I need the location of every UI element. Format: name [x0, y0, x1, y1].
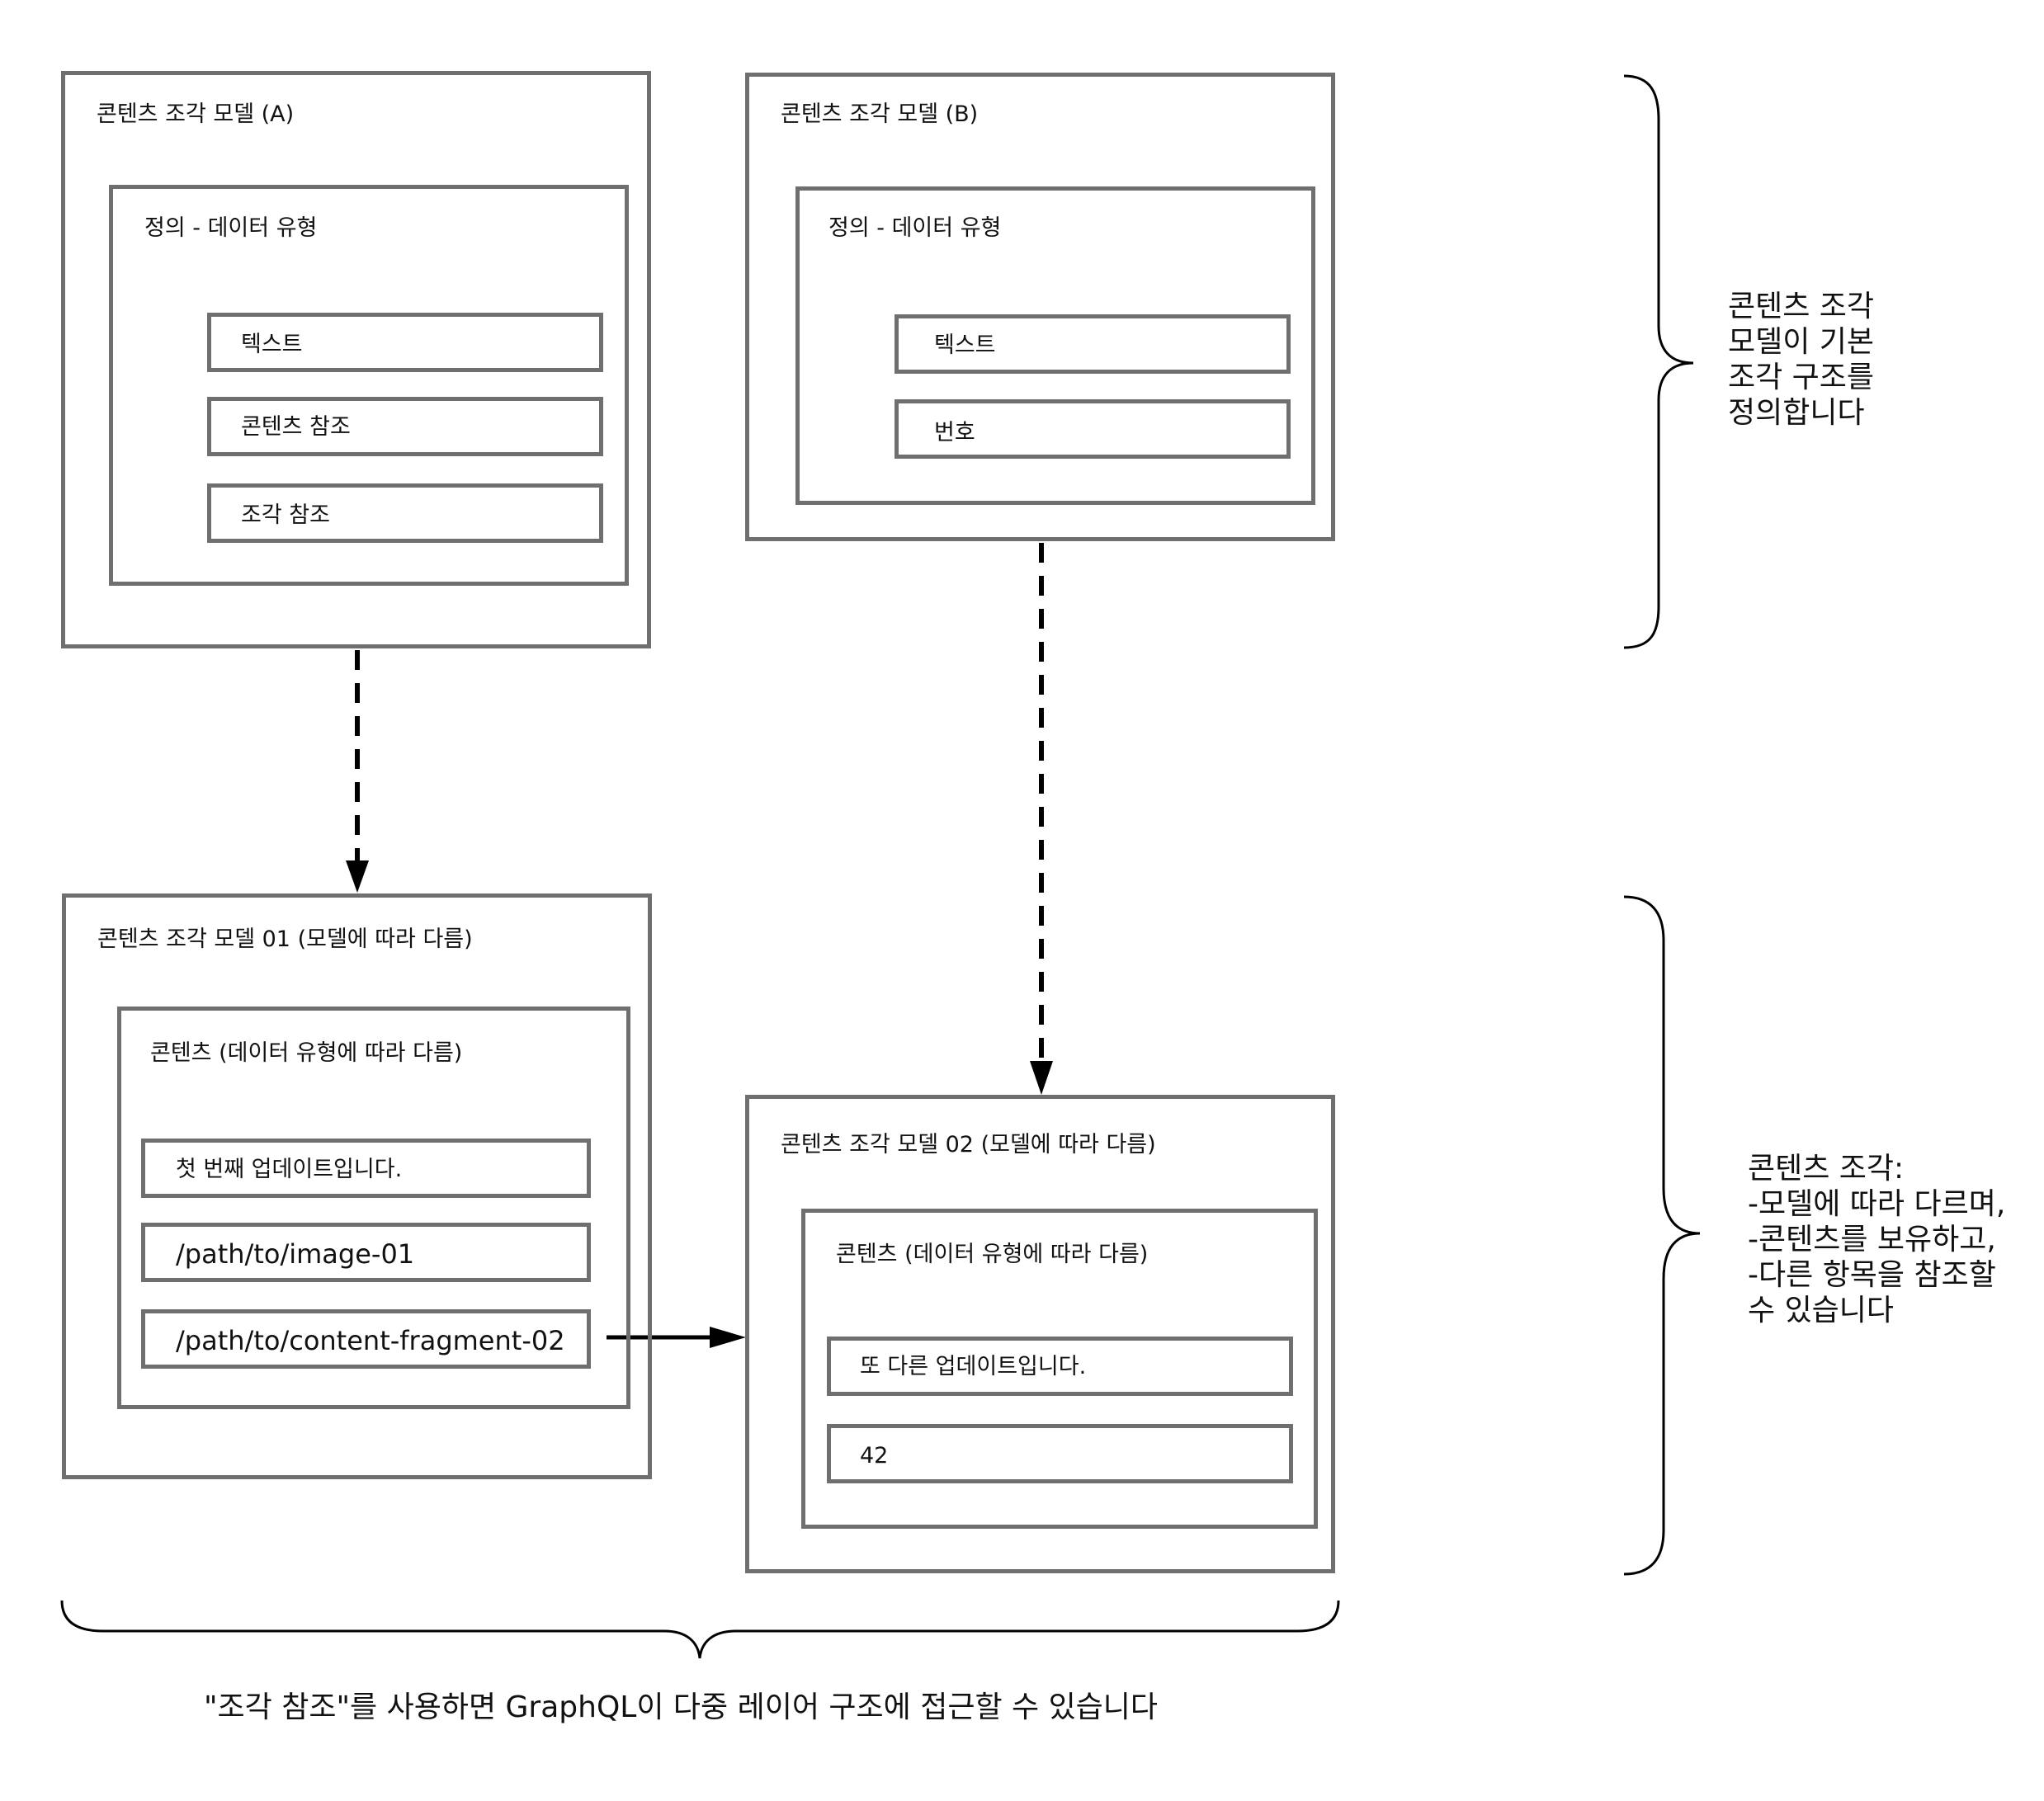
- model-a-field: 콘텐츠 참조: [207, 397, 603, 456]
- model-a-field-label: 텍스트: [241, 332, 303, 357]
- note-line: -콘텐츠를 보유하고,: [1748, 1223, 1996, 1256]
- brace-bottom-right: [1623, 895, 1701, 1576]
- model-a-title: 콘텐츠 조각 모델 (A): [97, 101, 295, 127]
- arrowhead-a-to-01: [346, 860, 369, 893]
- model-a-definition-box: 정의 - 데이터 유형 텍스트 콘텐츠 참조 조각 참조: [109, 185, 629, 586]
- fragment-01-content-title: 콘텐츠 (데이터 유형에 따라 다름): [150, 1040, 463, 1066]
- model-b-definition-title: 정의 - 데이터 유형: [828, 215, 1002, 241]
- model-b-field: 번호: [895, 399, 1291, 459]
- fragment-02-value-text: 또 다른 업데이트입니다.: [860, 1354, 1087, 1379]
- fragment-02-content-title: 콘텐츠 (데이터 유형에 따라 다름): [836, 1242, 1149, 1267]
- fragment-02-value: 42: [827, 1424, 1293, 1483]
- fragment-02-content-box: 콘텐츠 (데이터 유형에 따라 다름) 또 다른 업데이트입니다. 42: [801, 1209, 1318, 1529]
- fragment-02-value: 또 다른 업데이트입니다.: [827, 1337, 1293, 1396]
- fragment-01-value: 첫 번째 업데이트입니다.: [141, 1139, 591, 1198]
- fragment-01-value: /path/to/image-01: [141, 1223, 591, 1282]
- model-b-title: 콘텐츠 조각 모델 (B): [781, 101, 979, 127]
- fragment-02-title: 콘텐츠 조각 모델 02 (모델에 따라 다름): [781, 1132, 1156, 1157]
- note-model-definition: 콘텐츠 조각 모델이 기본 조각 구조를 정의합니다: [1728, 289, 1874, 431]
- note-line: -모델에 따라 다르며,: [1748, 1187, 2006, 1221]
- diagram-caption: "조각 참조"를 사용하면 GraphQL이 다중 레이어 구조에 접근할 수 …: [204, 1690, 1159, 1724]
- model-a-field: 텍스트: [207, 313, 603, 372]
- model-a-field-label: 조각 참조: [241, 502, 330, 528]
- arrowhead-b-to-02: [1030, 1061, 1053, 1095]
- model-a-box: 콘텐츠 조각 모델 (A) 정의 - 데이터 유형 텍스트 콘텐츠 참조 조각 …: [61, 71, 651, 648]
- brace-bottom: [60, 1600, 1340, 1659]
- model-a-field-label: 콘텐츠 참조: [241, 414, 351, 440]
- model-b-box: 콘텐츠 조각 모델 (B) 정의 - 데이터 유형 텍스트 번호: [745, 73, 1335, 541]
- note-line: 모델이 기본: [1728, 325, 1875, 359]
- model-a-field: 조각 참조: [207, 483, 603, 543]
- note-line: 콘텐츠 조각:: [1748, 1152, 1905, 1186]
- model-a-definition-title: 정의 - 데이터 유형: [144, 215, 318, 241]
- fragment-01-box: 콘텐츠 조각 모델 01 (모델에 따라 다름) 콘텐츠 (데이터 유형에 따라…: [62, 893, 652, 1479]
- fragment-01-title: 콘텐츠 조각 모델 01 (모델에 따라 다름): [97, 926, 473, 952]
- model-b-field-label: 텍스트: [934, 332, 996, 358]
- brace-top-right: [1623, 74, 1694, 649]
- model-b-field-label: 번호: [934, 420, 975, 446]
- fragment-01-value-text: 첫 번째 업데이트입니다.: [176, 1157, 403, 1182]
- note-line: -다른 항목을 참조할: [1748, 1258, 1996, 1292]
- fragment-01-content-box: 콘텐츠 (데이터 유형에 따라 다름) 첫 번째 업데이트입니다. /path/…: [117, 1007, 630, 1409]
- model-b-definition-box: 정의 - 데이터 유형 텍스트 번호: [795, 186, 1315, 505]
- fragment-01-value-text: /path/to/image-01: [176, 1238, 415, 1270]
- fragment-02-value-text: 42: [860, 1443, 889, 1469]
- note-line: 조각 구조를: [1728, 361, 1875, 394]
- model-b-field: 텍스트: [895, 314, 1291, 374]
- note-line: 정의합니다: [1728, 396, 1865, 430]
- note-line: 수 있습니다: [1748, 1294, 1895, 1327]
- note-fragment-description: 콘텐츠 조각: -모델에 따라 다르며, -콘텐츠를 보유하고, -다른 항목을…: [1748, 1151, 2005, 1328]
- fragment-01-value: /path/to/content-fragment-02: [141, 1309, 591, 1369]
- fragment-02-box: 콘텐츠 조각 모델 02 (모델에 따라 다름) 콘텐츠 (데이터 유형에 따라…: [745, 1095, 1335, 1573]
- reference-arrowhead: [710, 1327, 746, 1348]
- note-line: 콘텐츠 조각: [1728, 290, 1875, 323]
- fragment-01-value-text: /path/to/content-fragment-02: [176, 1325, 565, 1356]
